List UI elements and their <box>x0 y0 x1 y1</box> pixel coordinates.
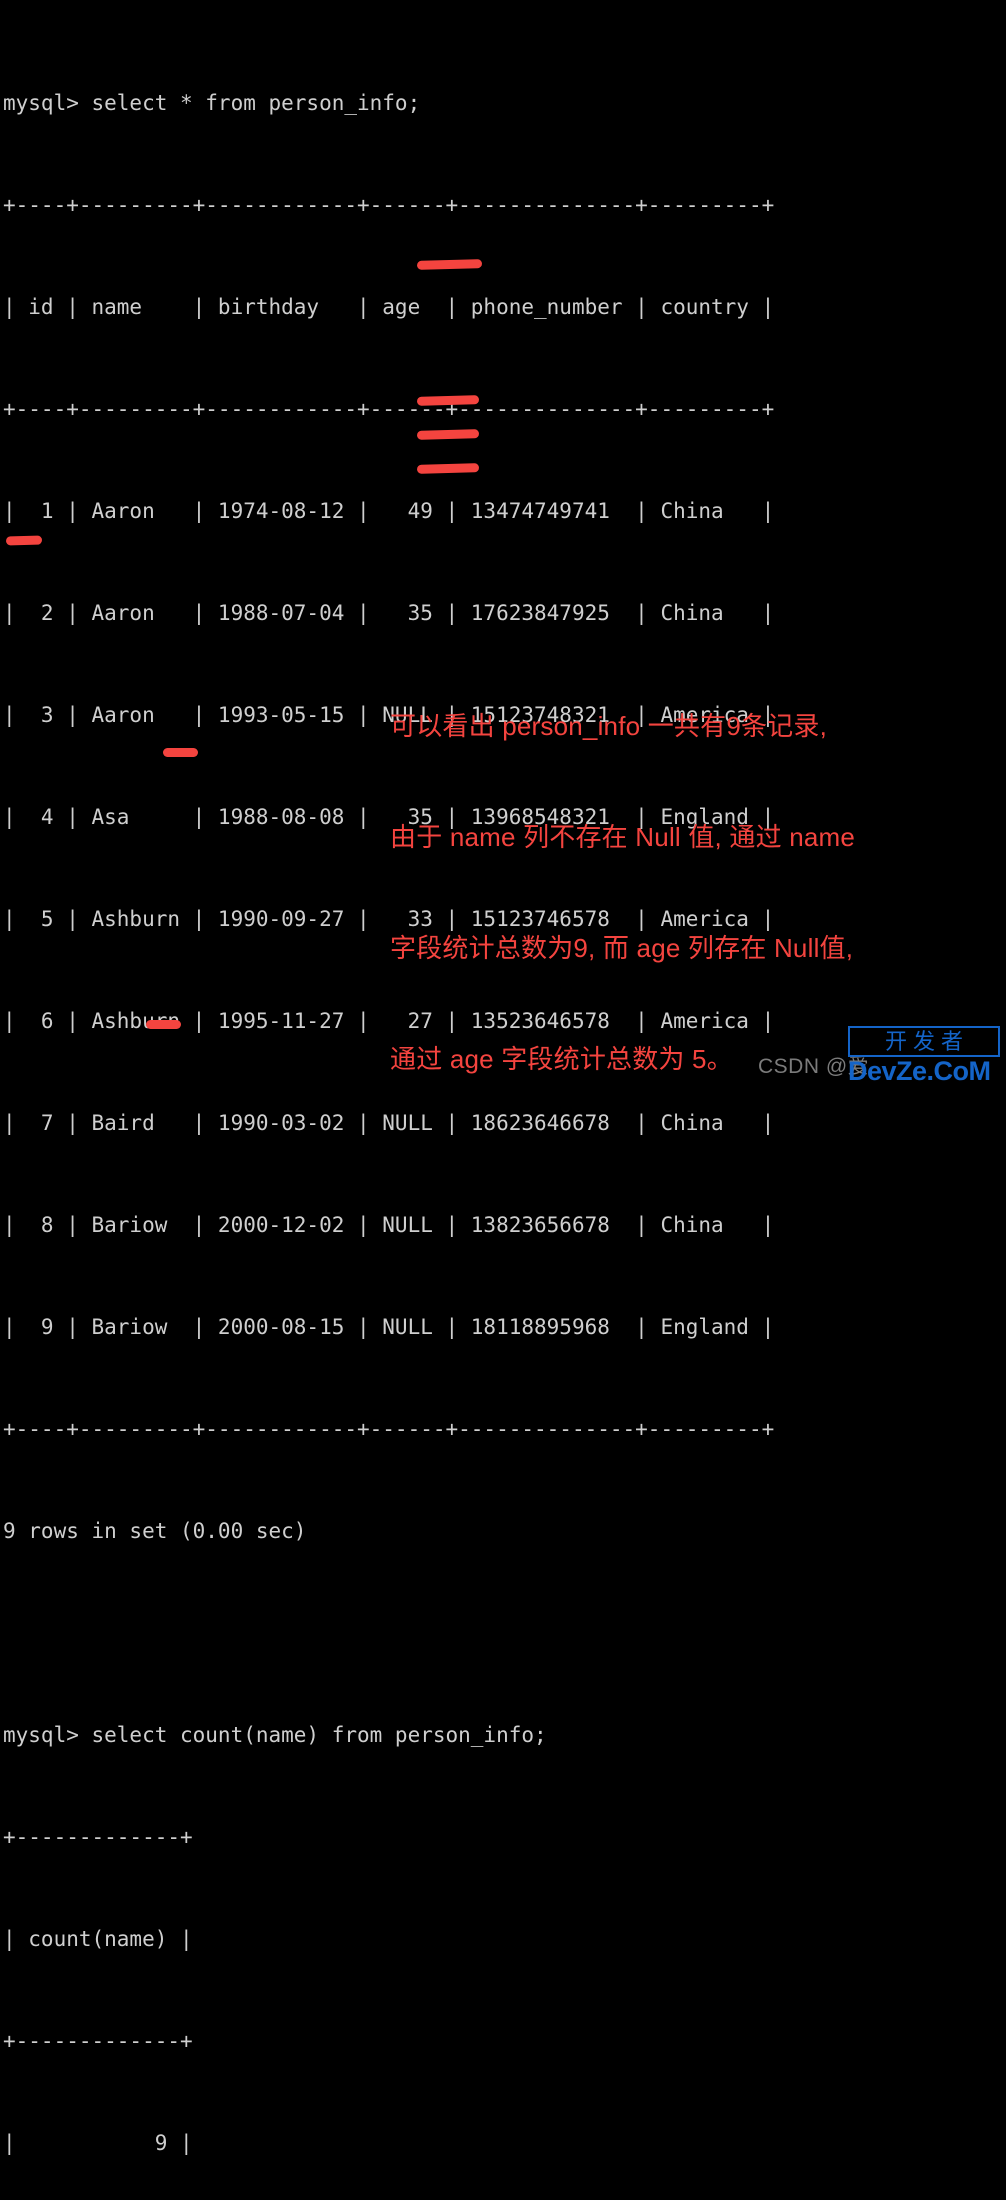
table-row: | 2 | Aaron | 1988-07-04 | 35 | 17623847… <box>3 601 775 625</box>
watermark-logo-bottom-text: DevZe.CoM <box>848 1056 991 1086</box>
table-row: | 8 | Bariow | 2000-12-02 | NULL | 13823… <box>3 1213 775 1237</box>
terminal-line: +----+---------+------------+------+----… <box>3 193 775 217</box>
terminal-line: +----+---------+------------+------+----… <box>3 1417 775 1441</box>
terminal-line: +-------------+ <box>3 2029 193 2053</box>
annotation-line: 可以看出 person_info 一共有9条记录, <box>390 711 828 741</box>
annotation-line: 由于 name 列不存在 Null 值, 通过 name <box>390 822 856 852</box>
terminal-line: mysql> select * from person_info; <box>3 91 421 115</box>
terminal-line: | id | name | birthday | age | phone_num… <box>3 295 775 319</box>
annotation-line: 字段统计总数为9, 而 age 列存在 Null值, <box>390 933 854 963</box>
terminal-line: | count(name) | <box>3 1927 193 1951</box>
terminal-line: mysql> select count(name) from person_in… <box>3 1723 547 1747</box>
watermark-logo: 开发者 DevZe.CoM <box>848 1026 1000 1088</box>
watermark: CSDN @爱 开发者 DevZe.CoM <box>730 1022 1000 1092</box>
table-row: | 9 | Bariow | 2000-08-15 | NULL | 18118… <box>3 1315 775 1339</box>
terminal-line: +-------------+ <box>3 1825 193 1849</box>
table-row: | 1 | Aaron | 1974-08-12 | 49 | 13474749… <box>3 499 775 523</box>
result-footer: 9 rows in set (0.00 sec) <box>3 1519 307 1543</box>
terminal-line: +----+---------+------------+------+----… <box>3 397 775 421</box>
watermark-logo-top-text: 开发者 <box>848 1026 1000 1057</box>
table-row: | 9 | <box>3 2131 193 2155</box>
terminal-window: mysql> select * from person_info; +----+… <box>0 0 1006 2155</box>
